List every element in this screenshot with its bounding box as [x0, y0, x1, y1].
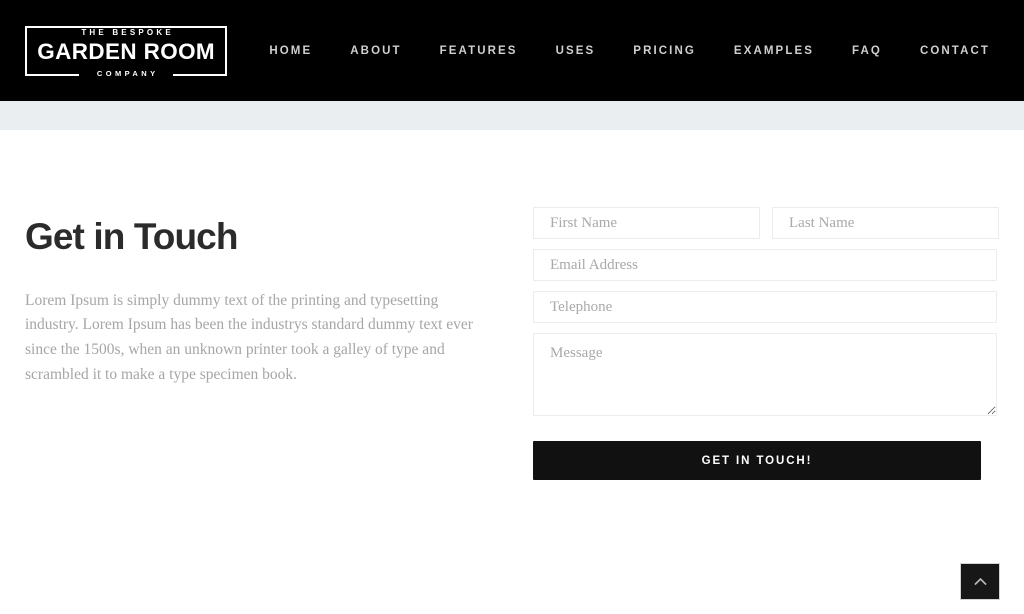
- nav-item-contact[interactable]: CONTACT: [901, 39, 998, 63]
- nav-item-features[interactable]: FEATURES: [421, 39, 537, 63]
- content-wrapper: Get in Touch Lorem Ipsum is simply dummy…: [0, 130, 1024, 614]
- message-textarea[interactable]: [533, 333, 997, 416]
- chevron-up-icon: [973, 577, 987, 586]
- logo-bottom-line: COMPANY: [86, 70, 166, 78]
- logo-main-line: GARDEN ROOM: [37, 39, 215, 65]
- intro-column: Get in Touch Lorem Ipsum is simply dummy…: [25, 216, 493, 388]
- telephone-input[interactable]: [533, 291, 997, 323]
- nav-item-pricing[interactable]: PRICING: [614, 39, 715, 63]
- nav-item-about[interactable]: ABOUT: [331, 39, 420, 63]
- last-name-input[interactable]: [772, 207, 999, 239]
- main-content: Get in Touch Lorem Ipsum is simply dummy…: [0, 130, 1024, 614]
- name-field-row: [533, 207, 999, 239]
- scroll-to-top-button[interactable]: [960, 563, 1000, 600]
- nav-item-examples[interactable]: EXAMPLES: [715, 39, 833, 63]
- site-header: THE BESPOKE GARDEN ROOM COMPANY HOME ABO…: [0, 0, 1024, 101]
- submit-button[interactable]: GET IN TOUCH!: [533, 441, 981, 480]
- intro-paragraph: Lorem Ipsum is simply dummy text of the …: [25, 291, 473, 384]
- site-logo[interactable]: THE BESPOKE GARDEN ROOM COMPANY: [25, 25, 227, 78]
- main-navigation: HOME ABOUT FEATURES USES PRICING EXAMPLE…: [250, 39, 998, 63]
- nav-item-uses[interactable]: USES: [537, 39, 615, 63]
- logo-top-line: THE BESPOKE: [81, 28, 174, 38]
- nav-item-faq[interactable]: FAQ: [833, 39, 901, 63]
- first-name-input[interactable]: [533, 207, 760, 239]
- email-input[interactable]: [533, 249, 997, 281]
- nav-item-home[interactable]: HOME: [250, 39, 331, 63]
- breadcrumb-band: [0, 101, 1024, 130]
- contact-form: GET IN TOUCH!: [533, 207, 999, 480]
- logo-content: THE BESPOKE GARDEN ROOM COMPANY: [25, 26, 227, 78]
- page-title: Get in Touch: [25, 216, 238, 257]
